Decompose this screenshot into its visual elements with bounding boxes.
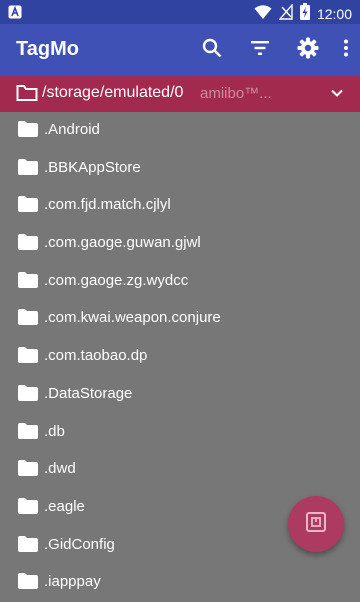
app-bar: TagMo (0, 24, 360, 76)
folder-icon (18, 460, 38, 481)
file-list-item[interactable]: .com.taobao.dp (0, 338, 360, 376)
file-list-item[interactable]: .com.kwai.weapon.conjure (0, 300, 360, 338)
file-list-item[interactable]: .com.gaoge.guwan.gjwl (0, 225, 360, 263)
folder-icon (18, 422, 38, 444)
folder-icon (18, 271, 38, 293)
file-name: .GidConfig (44, 535, 115, 553)
scan-fab-button[interactable] (288, 496, 344, 552)
file-name: .com.fjd.match.cjlyl (44, 196, 171, 214)
file-list-item[interactable]: .com.gaoge.zg.wydcc (0, 263, 360, 301)
folder-icon (18, 535, 38, 557)
file-list-item[interactable]: .dwd (0, 451, 360, 489)
folder-icon (18, 309, 38, 330)
a-notification-icon (8, 5, 22, 24)
settings-icon (297, 37, 319, 64)
folder-icon (18, 121, 38, 142)
path-selector[interactable]: amiibo™... /storage/emulated/0 (0, 76, 360, 112)
settings-button[interactable] (284, 24, 332, 76)
background-ghost-text: amiibo™... (200, 85, 272, 102)
current-path: /storage/emulated/0 (42, 84, 184, 101)
filter-button[interactable] (236, 24, 284, 76)
filter-icon (250, 40, 270, 61)
file-name: .com.gaoge.zg.wydcc (44, 271, 189, 289)
nfc-scan-icon (305, 511, 327, 538)
file-list-item[interactable]: .iapppay (0, 564, 360, 602)
file-name: .eagle (44, 497, 85, 515)
file-list-item[interactable]: .BBKAppStore (0, 150, 360, 188)
file-name: .com.taobao.dp (44, 347, 148, 365)
folder-icon (18, 196, 38, 217)
wifi-icon (254, 4, 272, 25)
status-time: 12:00 (316, 6, 352, 22)
search-button[interactable] (188, 24, 236, 76)
overflow-menu-button[interactable] (332, 24, 360, 76)
file-name: .db (44, 422, 65, 440)
file-name: .BBKAppStore (44, 158, 141, 176)
signal-icon (278, 2, 293, 25)
file-name: .com.gaoge.guwan.gjwl (44, 234, 201, 252)
folder-icon (18, 384, 38, 406)
file-list-item[interactable]: .DataStorage (0, 376, 360, 414)
status-bar: 12:00 (0, 0, 360, 24)
battery-charging-icon (299, 3, 310, 25)
app-title: TagMo (16, 38, 79, 60)
folder-icon (18, 158, 38, 180)
file-name: .dwd (44, 460, 76, 478)
folder-icon (18, 347, 38, 368)
file-list-item[interactable]: .com.fjd.match.cjlyl (0, 187, 360, 225)
file-list-item[interactable]: .Android (0, 112, 360, 150)
file-name: .Android (44, 121, 100, 138)
folder-icon (18, 497, 38, 519)
search-icon (202, 38, 222, 63)
folder-icon (18, 234, 38, 255)
file-name: .DataStorage (44, 384, 133, 402)
chevron-down-icon[interactable] (330, 86, 344, 105)
file-list-item[interactable]: .db (0, 414, 360, 452)
overflow-menu-icon (343, 39, 349, 62)
folder-outline-icon (16, 84, 38, 107)
file-name: .com.kwai.weapon.conjure (44, 309, 221, 327)
file-name: .iapppay (44, 573, 101, 591)
folder-icon (18, 573, 38, 594)
